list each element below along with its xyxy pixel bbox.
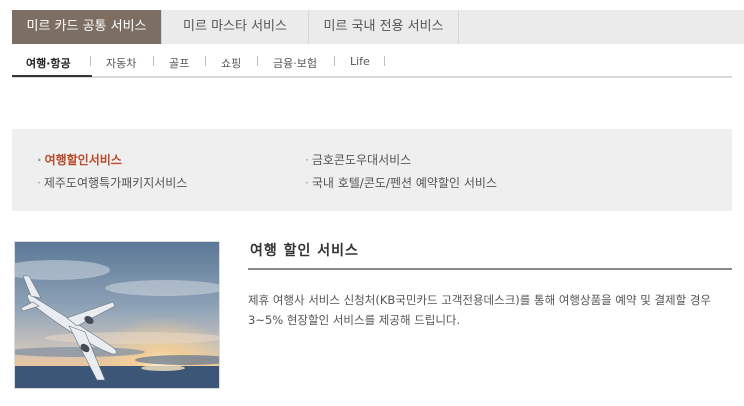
service-link-kumho-condo[interactable]: · 금호콘도우대서비스 — [305, 151, 411, 168]
subnav-finance[interactable]: 금융·보험 — [273, 55, 317, 71]
detail-title: 여행 할인 서비스 — [250, 243, 359, 259]
airplane-sunset-image — [14, 241, 220, 389]
service-label: 금호콘도우대서비스 — [311, 153, 412, 167]
service-label: 여행할인서비스 — [44, 153, 122, 167]
bullet-icon: · — [305, 153, 309, 167]
tab-common-service[interactable]: 미르 카드 공통 서비스 — [12, 10, 162, 44]
subnav-shopping[interactable]: 쇼핑 — [221, 55, 241, 71]
subnav-divider — [257, 56, 258, 66]
bullet-icon: · — [37, 153, 42, 167]
service-list-panel: · 여행할인서비스 · 제주도여행특가패키지서비스 · 금호콘도우대서비스 · 국내 호… — [12, 129, 732, 211]
subnav-divider — [384, 56, 385, 66]
detail-description: 제휴 여행사 서비스 신청처(KB국민카드 고객전용데스크)를 통해 여행상품을… — [248, 293, 711, 327]
bullet-icon: · — [37, 176, 41, 190]
service-label: 제주도여행특가패키지서비스 — [43, 176, 188, 190]
subnav-divider — [205, 56, 206, 66]
subnav-active-indicator — [12, 75, 92, 77]
subnav-travel[interactable]: 여행·항공 — [26, 55, 71, 71]
service-tabs: 미르 카드 공통 서비스 미르 마스타 서비스 미르 국내 전용 서비스 — [12, 10, 744, 44]
subnav-divider — [334, 56, 335, 66]
category-subnav: 여행·항공 자동차 골프 쇼핑 금융·보험 Life — [12, 50, 732, 78]
tab-master-service[interactable]: 미르 마스타 서비스 — [162, 10, 309, 44]
service-link-jeju-package[interactable]: · 제주도여행특가패키지서비스 — [37, 174, 187, 191]
bullet-icon: · — [305, 176, 309, 190]
tab-domestic-service[interactable]: 미르 국내 전용 서비스 — [309, 10, 459, 44]
service-link-domestic-hotel[interactable]: · 국내 호텔/콘도/펜션 예약할인 서비스 — [305, 174, 497, 191]
service-link-travel-discount[interactable]: · 여행할인서비스 — [37, 151, 122, 168]
subnav-life[interactable]: Life — [350, 55, 370, 68]
subnav-divider — [153, 56, 154, 66]
subnav-golf[interactable]: 골프 — [169, 55, 189, 71]
service-label: 국내 호텔/콘도/펜션 예약할인 서비스 — [311, 176, 497, 190]
subnav-car[interactable]: 자동차 — [106, 55, 136, 71]
subnav-divider — [90, 56, 91, 66]
detail-divider — [248, 268, 732, 270]
